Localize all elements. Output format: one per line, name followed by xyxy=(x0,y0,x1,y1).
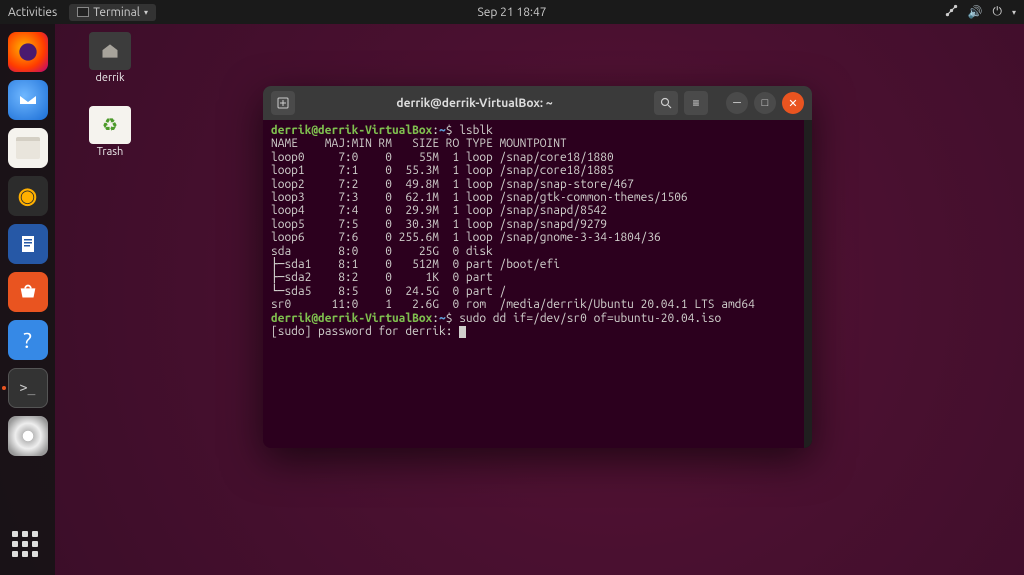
terminal-window: derrik@derrik-VirtualBox: ~ ≡ ─ □ ✕ derr… xyxy=(263,86,812,448)
chevron-down-icon: ▾ xyxy=(1012,8,1016,17)
volume-icon: 🔊 xyxy=(968,5,983,19)
dock-help[interactable]: ? xyxy=(8,320,48,360)
desktop-trash-label: Trash xyxy=(80,146,140,158)
clock[interactable]: Sep 21 18:47 xyxy=(478,6,547,19)
search-button[interactable] xyxy=(654,91,678,115)
activities-button[interactable]: Activities xyxy=(8,6,57,19)
terminal-icon xyxy=(77,7,89,17)
app-menu-button[interactable]: Terminal ▾ xyxy=(69,4,156,21)
top-bar: Activities Terminal ▾ Sep 21 18:47 🔊 ⏻ ▾ xyxy=(0,0,1024,24)
dock-rhythmbox[interactable]: ◉ xyxy=(8,176,48,216)
desktop-trash[interactable]: ♻ Trash xyxy=(80,106,140,158)
minimize-button[interactable]: ─ xyxy=(726,92,748,114)
dock-software[interactable] xyxy=(8,272,48,312)
dock-terminal[interactable]: >_ xyxy=(8,368,48,408)
maximize-button[interactable]: □ xyxy=(754,92,776,114)
dock-files[interactable] xyxy=(8,128,48,168)
desktop-home-folder[interactable]: derrik xyxy=(80,32,140,84)
close-button[interactable]: ✕ xyxy=(782,92,804,114)
trash-icon: ♻ xyxy=(89,106,131,144)
new-tab-button[interactable] xyxy=(271,91,295,115)
network-icon xyxy=(945,4,958,20)
dock-disc[interactable] xyxy=(8,416,48,456)
dock-thunderbird[interactable] xyxy=(8,80,48,120)
dock: ◉ ? >_ xyxy=(0,24,55,575)
show-applications-button[interactable] xyxy=(12,531,44,563)
power-icon: ⏻ xyxy=(992,5,1002,19)
dock-writer[interactable] xyxy=(8,224,48,264)
menu-button[interactable]: ≡ xyxy=(684,91,708,115)
home-icon xyxy=(89,32,131,70)
system-tray[interactable]: 🔊 ⏻ ▾ xyxy=(945,4,1016,20)
chevron-down-icon: ▾ xyxy=(144,8,148,17)
dock-firefox[interactable] xyxy=(8,32,48,72)
terminal-body[interactable]: derrik@derrik-VirtualBox:~$ lsblk NAME M… xyxy=(263,120,812,448)
window-titlebar[interactable]: derrik@derrik-VirtualBox: ~ ≡ ─ □ ✕ xyxy=(263,86,812,120)
desktop-home-label: derrik xyxy=(80,72,140,84)
window-title: derrik@derrik-VirtualBox: ~ xyxy=(301,97,648,110)
app-menu-label: Terminal xyxy=(93,6,140,19)
